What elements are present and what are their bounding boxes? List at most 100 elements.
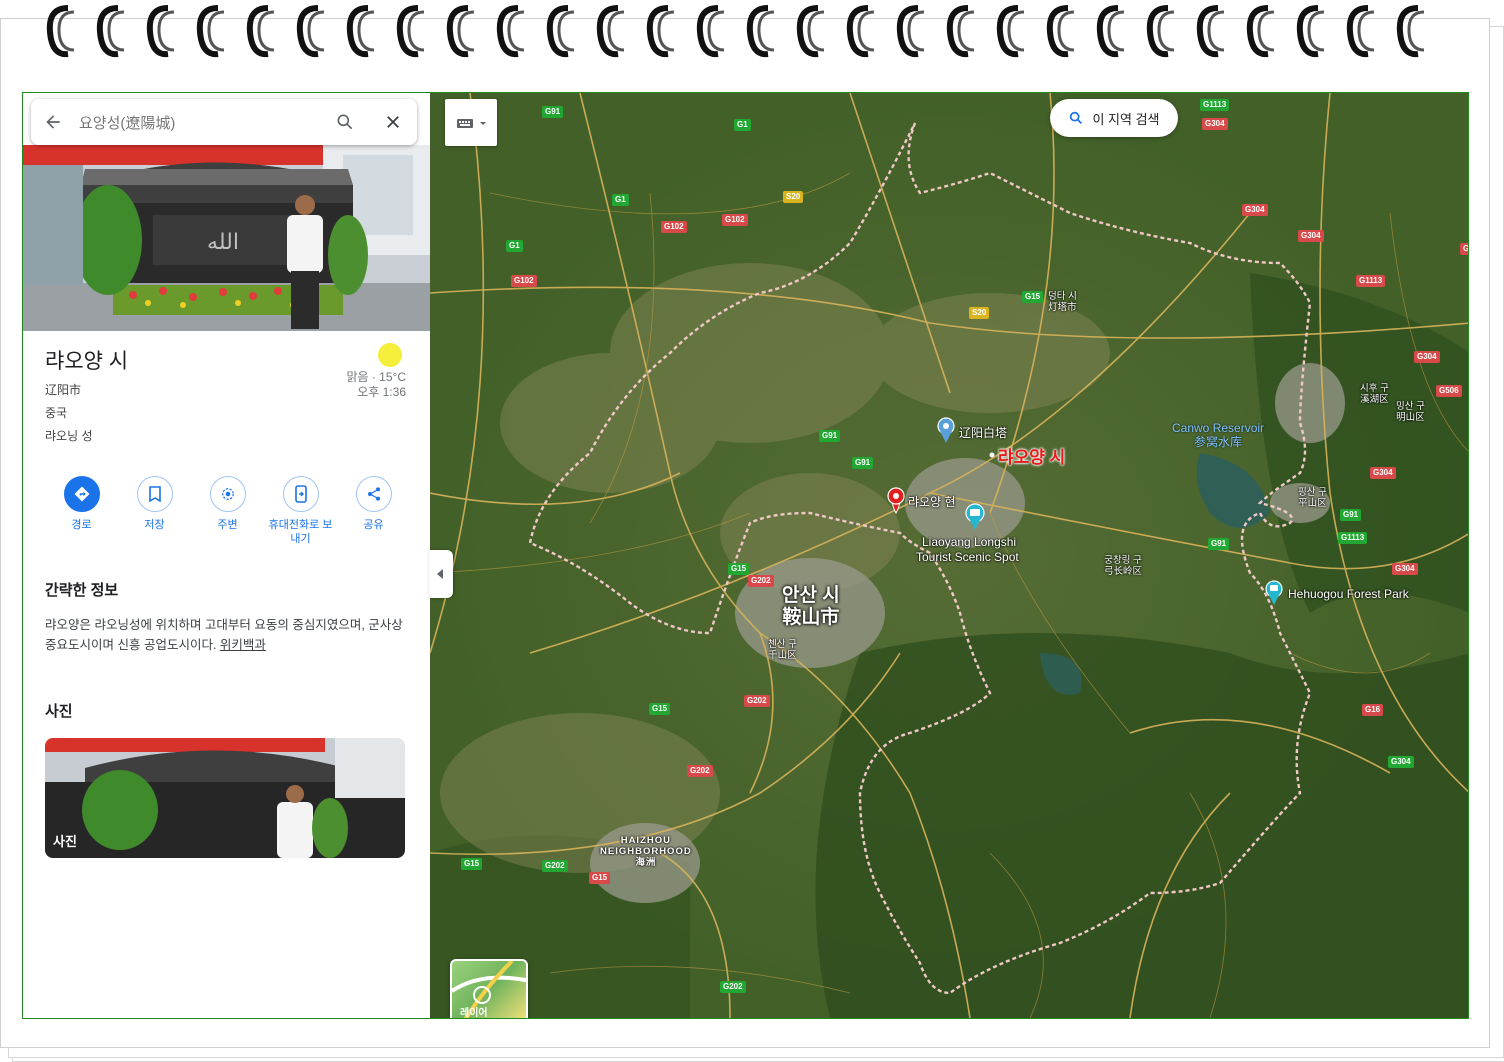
binding-ring-inner bbox=[1257, 10, 1275, 52]
binding-ring-inner bbox=[1407, 10, 1425, 52]
layers-label: 레이어 bbox=[460, 1008, 488, 1018]
search-button[interactable] bbox=[321, 99, 369, 145]
share-icon bbox=[355, 476, 392, 512]
label-baita[interactable]: 辽阳白塔 bbox=[959, 424, 1007, 441]
road-shield: G202 bbox=[744, 695, 770, 707]
search-this-area-button[interactable]: 이 지역 검색 bbox=[1050, 99, 1178, 137]
road-shield: G304 bbox=[1242, 204, 1268, 216]
binding-ring-inner bbox=[1307, 10, 1325, 52]
send-to-phone-label: 휴대전화로 보내기 bbox=[268, 519, 333, 545]
binding-ring-inner bbox=[207, 10, 225, 52]
nearby-icon bbox=[209, 476, 246, 512]
binding-ring-inner bbox=[507, 10, 525, 52]
road-shield: G304 bbox=[1414, 351, 1440, 363]
road-shield: G304 bbox=[1392, 563, 1418, 575]
label-haizhou-zh: 海洲 bbox=[635, 857, 657, 868]
label-qianshan-ko: 첸산 구 bbox=[768, 639, 797, 650]
binding-ring-inner bbox=[457, 10, 475, 52]
search-icon bbox=[337, 114, 353, 130]
binding-ring-inner bbox=[607, 10, 625, 52]
label-xihu-ko: 시후 구 bbox=[1360, 383, 1389, 394]
search-input[interactable]: 요양성(遼陽城) bbox=[75, 112, 321, 133]
label-canwo-en: Canwo Reservoir bbox=[1172, 421, 1265, 435]
binding-ring-inner bbox=[1107, 10, 1125, 52]
place-panel: 요양성(遼陽城) الله 랴오양 시 辽阳市 중국 랴오닝 성 맑음 · 15… bbox=[23, 93, 430, 1018]
road-shield: G304 bbox=[1370, 467, 1396, 479]
binding-ring-inner bbox=[807, 10, 825, 52]
label-xihu[interactable]: 시후 구 溪湖区 bbox=[1360, 383, 1389, 405]
road-shield: G15 bbox=[649, 703, 671, 715]
binding-ring-inner bbox=[557, 10, 575, 52]
road-shield: S20 bbox=[969, 307, 990, 319]
label-anshan-zh: 鞍山市 bbox=[782, 607, 840, 628]
label-qianshan[interactable]: 첸산 구 千山区 bbox=[768, 639, 797, 661]
hero-photo[interactable]: الله bbox=[23, 145, 430, 331]
local-time: 오후 1:36 bbox=[357, 385, 406, 399]
photos-card[interactable]: 사진 bbox=[45, 738, 405, 858]
binding-ring-inner bbox=[907, 10, 925, 52]
layers-button[interactable]: 레이어 bbox=[450, 959, 528, 1018]
binding-ring-inner bbox=[1357, 10, 1375, 52]
label-gongchangling[interactable]: 궁창링 구 弓长岭区 bbox=[1104, 555, 1142, 577]
label-liaoyang-county[interactable]: 랴오양 현 bbox=[908, 493, 956, 510]
label-liaoyang-city[interactable]: 랴오양 시 bbox=[998, 443, 1065, 468]
road-shield: G1 bbox=[506, 240, 523, 252]
label-haizhou[interactable]: HAIZHOU NEIGHBORHOOD 海洲 bbox=[600, 835, 692, 868]
label-mingshan-zh: 明山区 bbox=[1396, 412, 1425, 423]
directions-label: 경로 bbox=[71, 519, 92, 531]
label-haizhou-2: NEIGHBORHOOD bbox=[600, 846, 692, 857]
label-dengta[interactable]: 덩타 시 灯塔市 bbox=[1048, 291, 1077, 313]
binding-ring-inner bbox=[657, 10, 675, 52]
label-hehuogou[interactable]: Hehuogou Forest Park bbox=[1288, 587, 1409, 601]
road-shield: G304 bbox=[1298, 230, 1324, 242]
label-pingshan-zh: 平山区 bbox=[1298, 498, 1327, 509]
binding-ring-inner bbox=[857, 10, 875, 52]
label-longshi-1[interactable]: Liaoyang Longshi bbox=[922, 535, 1016, 549]
label-anshan[interactable]: 안산 시 鞍山市 bbox=[782, 585, 840, 629]
share-button[interactable]: 공유 bbox=[337, 476, 410, 546]
keyboard-icon bbox=[457, 118, 486, 128]
back-button[interactable] bbox=[31, 99, 75, 145]
binding-ring-inner bbox=[357, 10, 375, 52]
binding-ring-inner bbox=[1207, 10, 1225, 52]
hero-photo-image: الله bbox=[23, 145, 430, 331]
map-canvas[interactable]: G91 G1 S20 G1 G102 G102 G1 G102 G1113 G304 G304 G30… bbox=[430, 93, 1468, 1018]
label-qianshan-zh: 千山区 bbox=[768, 650, 797, 661]
road-shield: G91 bbox=[1208, 538, 1230, 550]
wikipedia-link[interactable]: 위키백과 bbox=[220, 638, 266, 652]
directions-button[interactable]: 경로 bbox=[45, 476, 118, 546]
maps-window: 요양성(遼陽城) الله 랴오양 시 辽阳市 중국 랴오닝 성 맑음 · 15… bbox=[22, 92, 1469, 1019]
close-button[interactable] bbox=[369, 99, 417, 145]
road-shield: G15 bbox=[1022, 291, 1044, 303]
search-icon bbox=[1070, 111, 1083, 124]
share-label: 공유 bbox=[363, 519, 384, 531]
label-anshan-ko: 안산 시 bbox=[782, 585, 840, 606]
label-mingshan[interactable]: 밍산 구 明山区 bbox=[1396, 401, 1425, 423]
save-button[interactable]: 저장 bbox=[118, 476, 191, 546]
road-shield: G91 bbox=[542, 106, 564, 118]
binding-ring-inner bbox=[1007, 10, 1025, 52]
place-country: 중국 bbox=[45, 406, 68, 420]
collapse-panel-button[interactable] bbox=[429, 550, 453, 598]
road-shield: G202 bbox=[720, 981, 746, 993]
about-description: 랴오양은 랴오닝성에 위치하며 고대부터 요동의 중심지였으며, 군사상 중요도… bbox=[45, 615, 407, 655]
binding-ring-inner bbox=[757, 10, 775, 52]
label-gongchangling-ko: 궁창링 구 bbox=[1104, 555, 1142, 566]
road-shield: G102 bbox=[661, 221, 687, 233]
weather-info: 맑음 · 15°C 오후 1:36 bbox=[346, 370, 406, 400]
input-tools-button[interactable] bbox=[445, 99, 497, 146]
road-shield: G202 bbox=[748, 575, 774, 587]
label-xihu-zh: 溪湖区 bbox=[1360, 394, 1389, 405]
nearby-button[interactable]: 주변 bbox=[191, 476, 264, 546]
label-pingshan-ko: 핑산 구 bbox=[1298, 487, 1327, 498]
label-longshi-2[interactable]: Tourist Scenic Spot bbox=[916, 550, 1019, 564]
label-mingshan-ko: 밍산 구 bbox=[1396, 401, 1425, 412]
sunny-icon bbox=[378, 343, 402, 367]
label-pingshan[interactable]: 핑산 구 平山区 bbox=[1298, 487, 1327, 509]
road-shield: G91 bbox=[819, 430, 841, 442]
label-canwo-reservoir[interactable]: Canwo Reservoir 参窝水库 bbox=[1172, 421, 1264, 449]
send-to-phone-button[interactable]: 휴대전화로 보내기 bbox=[264, 476, 337, 546]
hero-calligraphy: الله bbox=[207, 230, 239, 255]
chevron-left-icon bbox=[437, 569, 443, 579]
road-shield: G1 bbox=[612, 194, 629, 206]
